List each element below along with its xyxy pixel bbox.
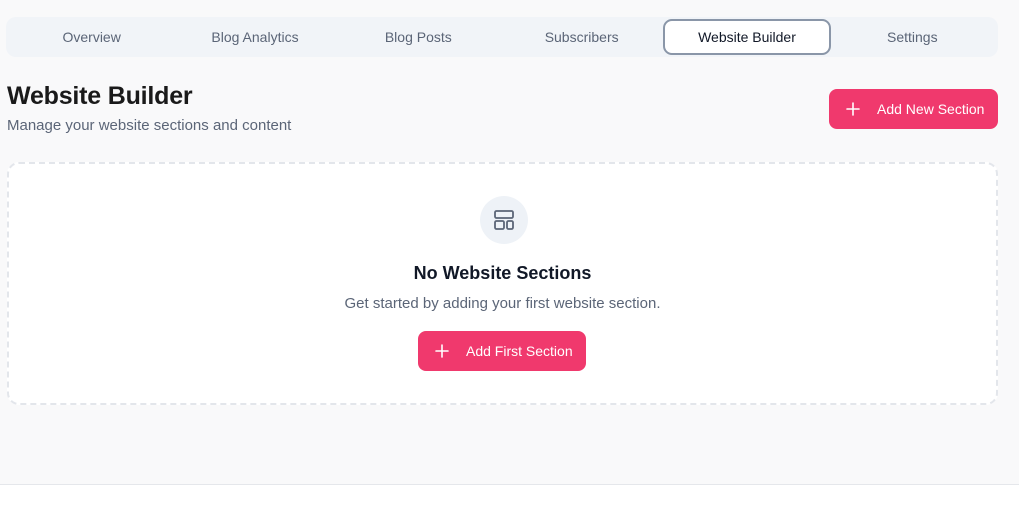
add-new-section-button[interactable]: Add New Section <box>829 89 998 129</box>
add-new-section-label: Add New Section <box>877 101 985 117</box>
page-title: Website Builder <box>7 82 193 110</box>
tab-blog-analytics[interactable]: Blog Analytics <box>173 19 336 55</box>
add-first-section-label: Add First Section <box>466 343 573 359</box>
tab-label: Settings <box>887 29 938 45</box>
tab-label: Blog Analytics <box>211 29 299 45</box>
empty-state-title: No Website Sections <box>413 263 592 283</box>
plus-icon <box>846 102 860 116</box>
tab-blog-posts[interactable]: Blog Posts <box>337 19 500 55</box>
tab-settings[interactable]: Settings <box>831 19 994 55</box>
tab-label: Subscribers <box>544 29 619 45</box>
tab-label: Blog Posts <box>384 29 452 45</box>
empty-state-icon-circle <box>480 196 528 244</box>
tab-overview[interactable]: Overview <box>10 19 173 55</box>
plus-icon <box>435 344 449 358</box>
add-first-section-button[interactable]: Add First Section <box>418 331 586 371</box>
empty-state-description: Get started by adding your first website… <box>344 295 661 312</box>
tab-website-builder[interactable]: Website Builder <box>663 19 831 55</box>
page-subtitle: Manage your website sections and content <box>7 117 292 134</box>
page: Overview Blog Analytics Blog Posts Subsc… <box>0 0 1019 485</box>
tab-bar: Overview Blog Analytics Blog Posts Subsc… <box>6 17 998 57</box>
layout-icon <box>494 210 514 230</box>
tab-subscribers[interactable]: Subscribers <box>500 19 663 55</box>
tab-label: Overview <box>62 29 121 45</box>
tab-label: Website Builder <box>698 29 796 45</box>
